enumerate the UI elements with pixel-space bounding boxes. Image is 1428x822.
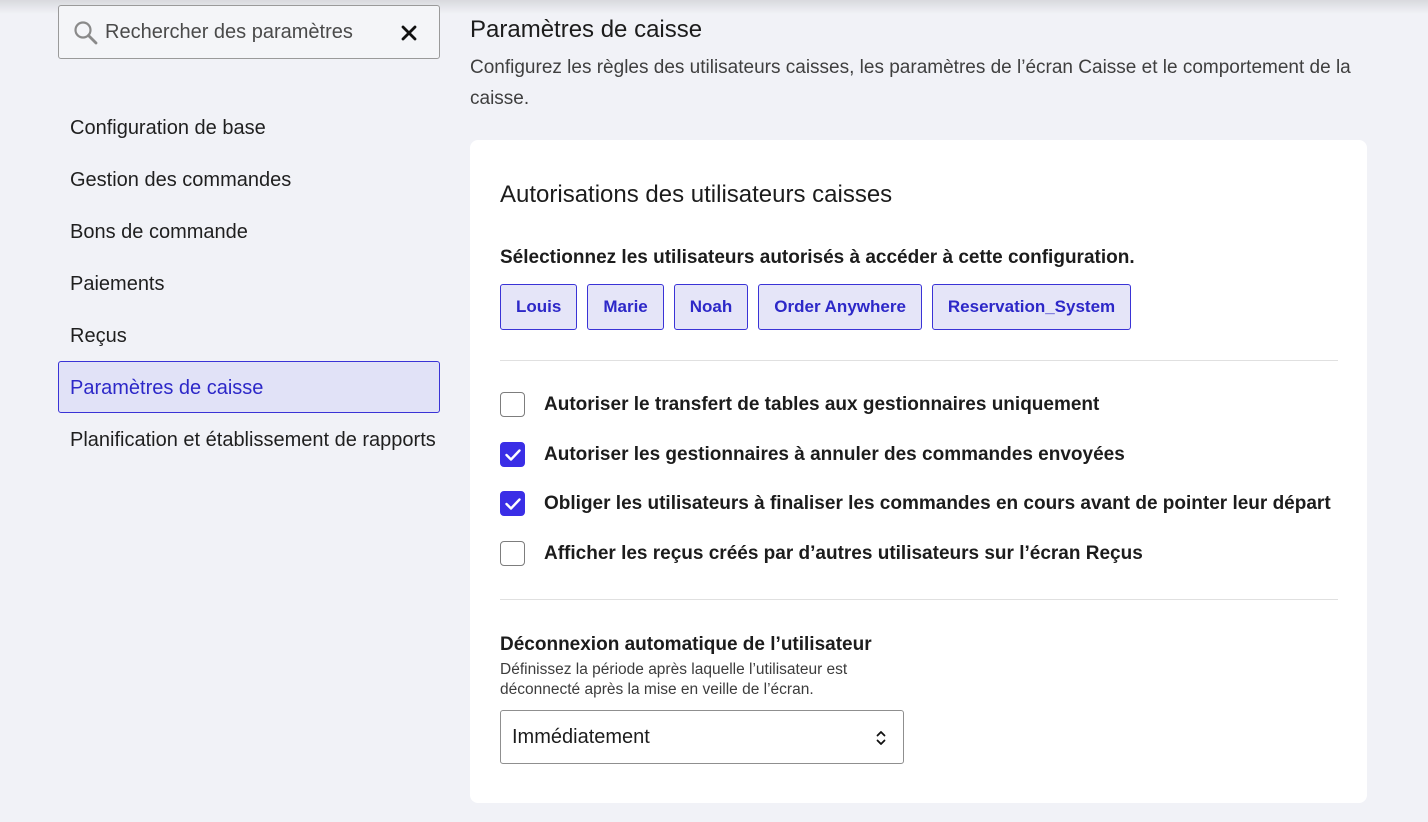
sidebar-item-label: Paramètres de caisse bbox=[70, 377, 264, 399]
sidebar-item-label: Paiements bbox=[70, 273, 165, 295]
sidebar-item-label: Planification et établissement de rappor… bbox=[70, 429, 436, 451]
user-chip-list: Louis Marie Noah Order Anywhere Reservat… bbox=[500, 284, 1132, 330]
divider bbox=[500, 360, 1338, 361]
settings-card: Autorisations des utilisateurs caisses S… bbox=[470, 140, 1367, 803]
sidebar-item-configuration-de-base[interactable]: Configuration de base bbox=[58, 101, 440, 153]
option-show-receipts[interactable]: Afficher les reçus créés par d’autres ut… bbox=[500, 541, 1143, 566]
page-title: Paramètres de caisse bbox=[470, 16, 703, 43]
user-chip-order-anywhere[interactable]: Order Anywhere bbox=[758, 284, 922, 330]
checkbox-transfer-tables[interactable] bbox=[500, 392, 525, 417]
close-icon[interactable] bbox=[399, 23, 419, 43]
user-chip-marie[interactable]: Marie bbox=[587, 284, 664, 330]
user-chip-louis[interactable]: Louis bbox=[500, 284, 578, 330]
sidebar-item-parametres-de-caisse[interactable]: Paramètres de caisse bbox=[58, 361, 440, 413]
auto-logout-description: Définissez la période après laquelle l’u… bbox=[500, 661, 848, 698]
select-value: Immédiatement bbox=[512, 726, 650, 748]
page-description: Configurez les règles des utilisateurs c… bbox=[470, 57, 1351, 109]
sidebar-item-paiements[interactable]: Paiements bbox=[58, 257, 440, 309]
sidebar-item-gestion-des-commandes[interactable]: Gestion des commandes bbox=[58, 153, 440, 205]
auto-logout-title: Déconnexion automatique de l’utilisateur bbox=[500, 634, 872, 655]
chevron-up-down-icon bbox=[876, 731, 886, 745]
sidebar-item-recus[interactable]: Reçus bbox=[58, 309, 440, 361]
search-icon bbox=[74, 21, 98, 45]
option-finalize-orders[interactable]: Obliger les utilisateurs à finaliser les… bbox=[500, 491, 1331, 516]
sidebar-item-label: Configuration de base bbox=[70, 117, 266, 139]
option-label: Obliger les utilisateurs à finaliser les… bbox=[544, 492, 1331, 514]
user-chip-noah[interactable]: Noah bbox=[673, 284, 749, 330]
search-input[interactable] bbox=[105, 6, 385, 58]
sidebar-item-planification-et-rapports[interactable]: Planification et établissement de rappor… bbox=[58, 413, 440, 465]
user-chip-reservation-system[interactable]: Reservation_System bbox=[931, 284, 1132, 330]
checkbox-cancel-orders[interactable] bbox=[500, 442, 525, 467]
search-box bbox=[58, 5, 440, 59]
sidebar-nav: Configuration de base Gestion des comman… bbox=[58, 101, 440, 465]
users-label: Sélectionnez les utilisateurs autorisés … bbox=[500, 247, 1135, 268]
check-icon bbox=[504, 448, 521, 461]
sidebar-item-bons-de-commande[interactable]: Bons de commande bbox=[58, 205, 440, 257]
auto-logout-select[interactable]: Immédiatement bbox=[500, 710, 904, 764]
option-label: Autoriser le transfert de tables aux ges… bbox=[544, 393, 1100, 415]
option-label: Afficher les reçus créés par d’autres ut… bbox=[544, 542, 1143, 564]
sidebar-item-label: Bons de commande bbox=[70, 221, 248, 243]
option-label: Autoriser les gestionnaires à annuler de… bbox=[544, 443, 1125, 465]
divider bbox=[500, 599, 1338, 600]
option-transfer-tables[interactable]: Autoriser le transfert de tables aux ges… bbox=[500, 392, 1099, 417]
card-title: Autorisations des utilisateurs caisses bbox=[500, 181, 893, 208]
option-cancel-orders[interactable]: Autoriser les gestionnaires à annuler de… bbox=[500, 442, 1125, 467]
checkbox-finalize-orders[interactable] bbox=[500, 491, 525, 516]
sidebar: Configuration de base Gestion des comman… bbox=[58, 5, 440, 465]
check-icon bbox=[504, 497, 521, 510]
checkbox-show-receipts[interactable] bbox=[500, 541, 525, 566]
sidebar-item-label: Reçus bbox=[70, 325, 127, 347]
sidebar-item-label: Gestion des commandes bbox=[70, 169, 292, 191]
